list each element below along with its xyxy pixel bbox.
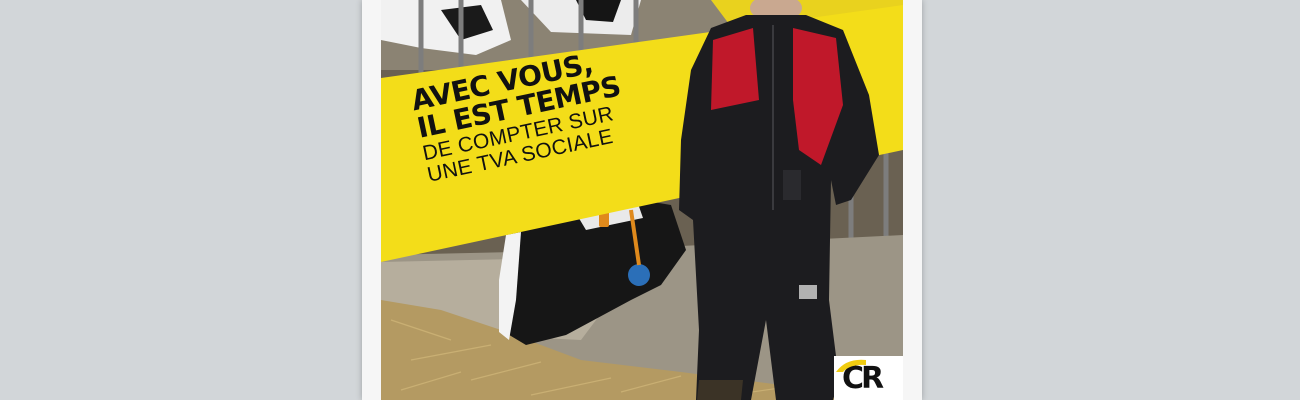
boot-left [697,380,743,400]
collar-tag [628,264,650,286]
overalls-patch [799,285,817,299]
overalls-red-left [711,28,759,110]
poster-frame: AVEC VOUS, IL EST TEMPS DE COMPTER SUR U… [362,0,922,400]
cr-logo: CR [834,356,903,400]
overalls-pocket [783,170,801,200]
cr-logo-swoosh-icon [836,359,866,372]
campaign-poster: AVEC VOUS, IL EST TEMPS DE COMPTER SUR U… [381,0,903,400]
